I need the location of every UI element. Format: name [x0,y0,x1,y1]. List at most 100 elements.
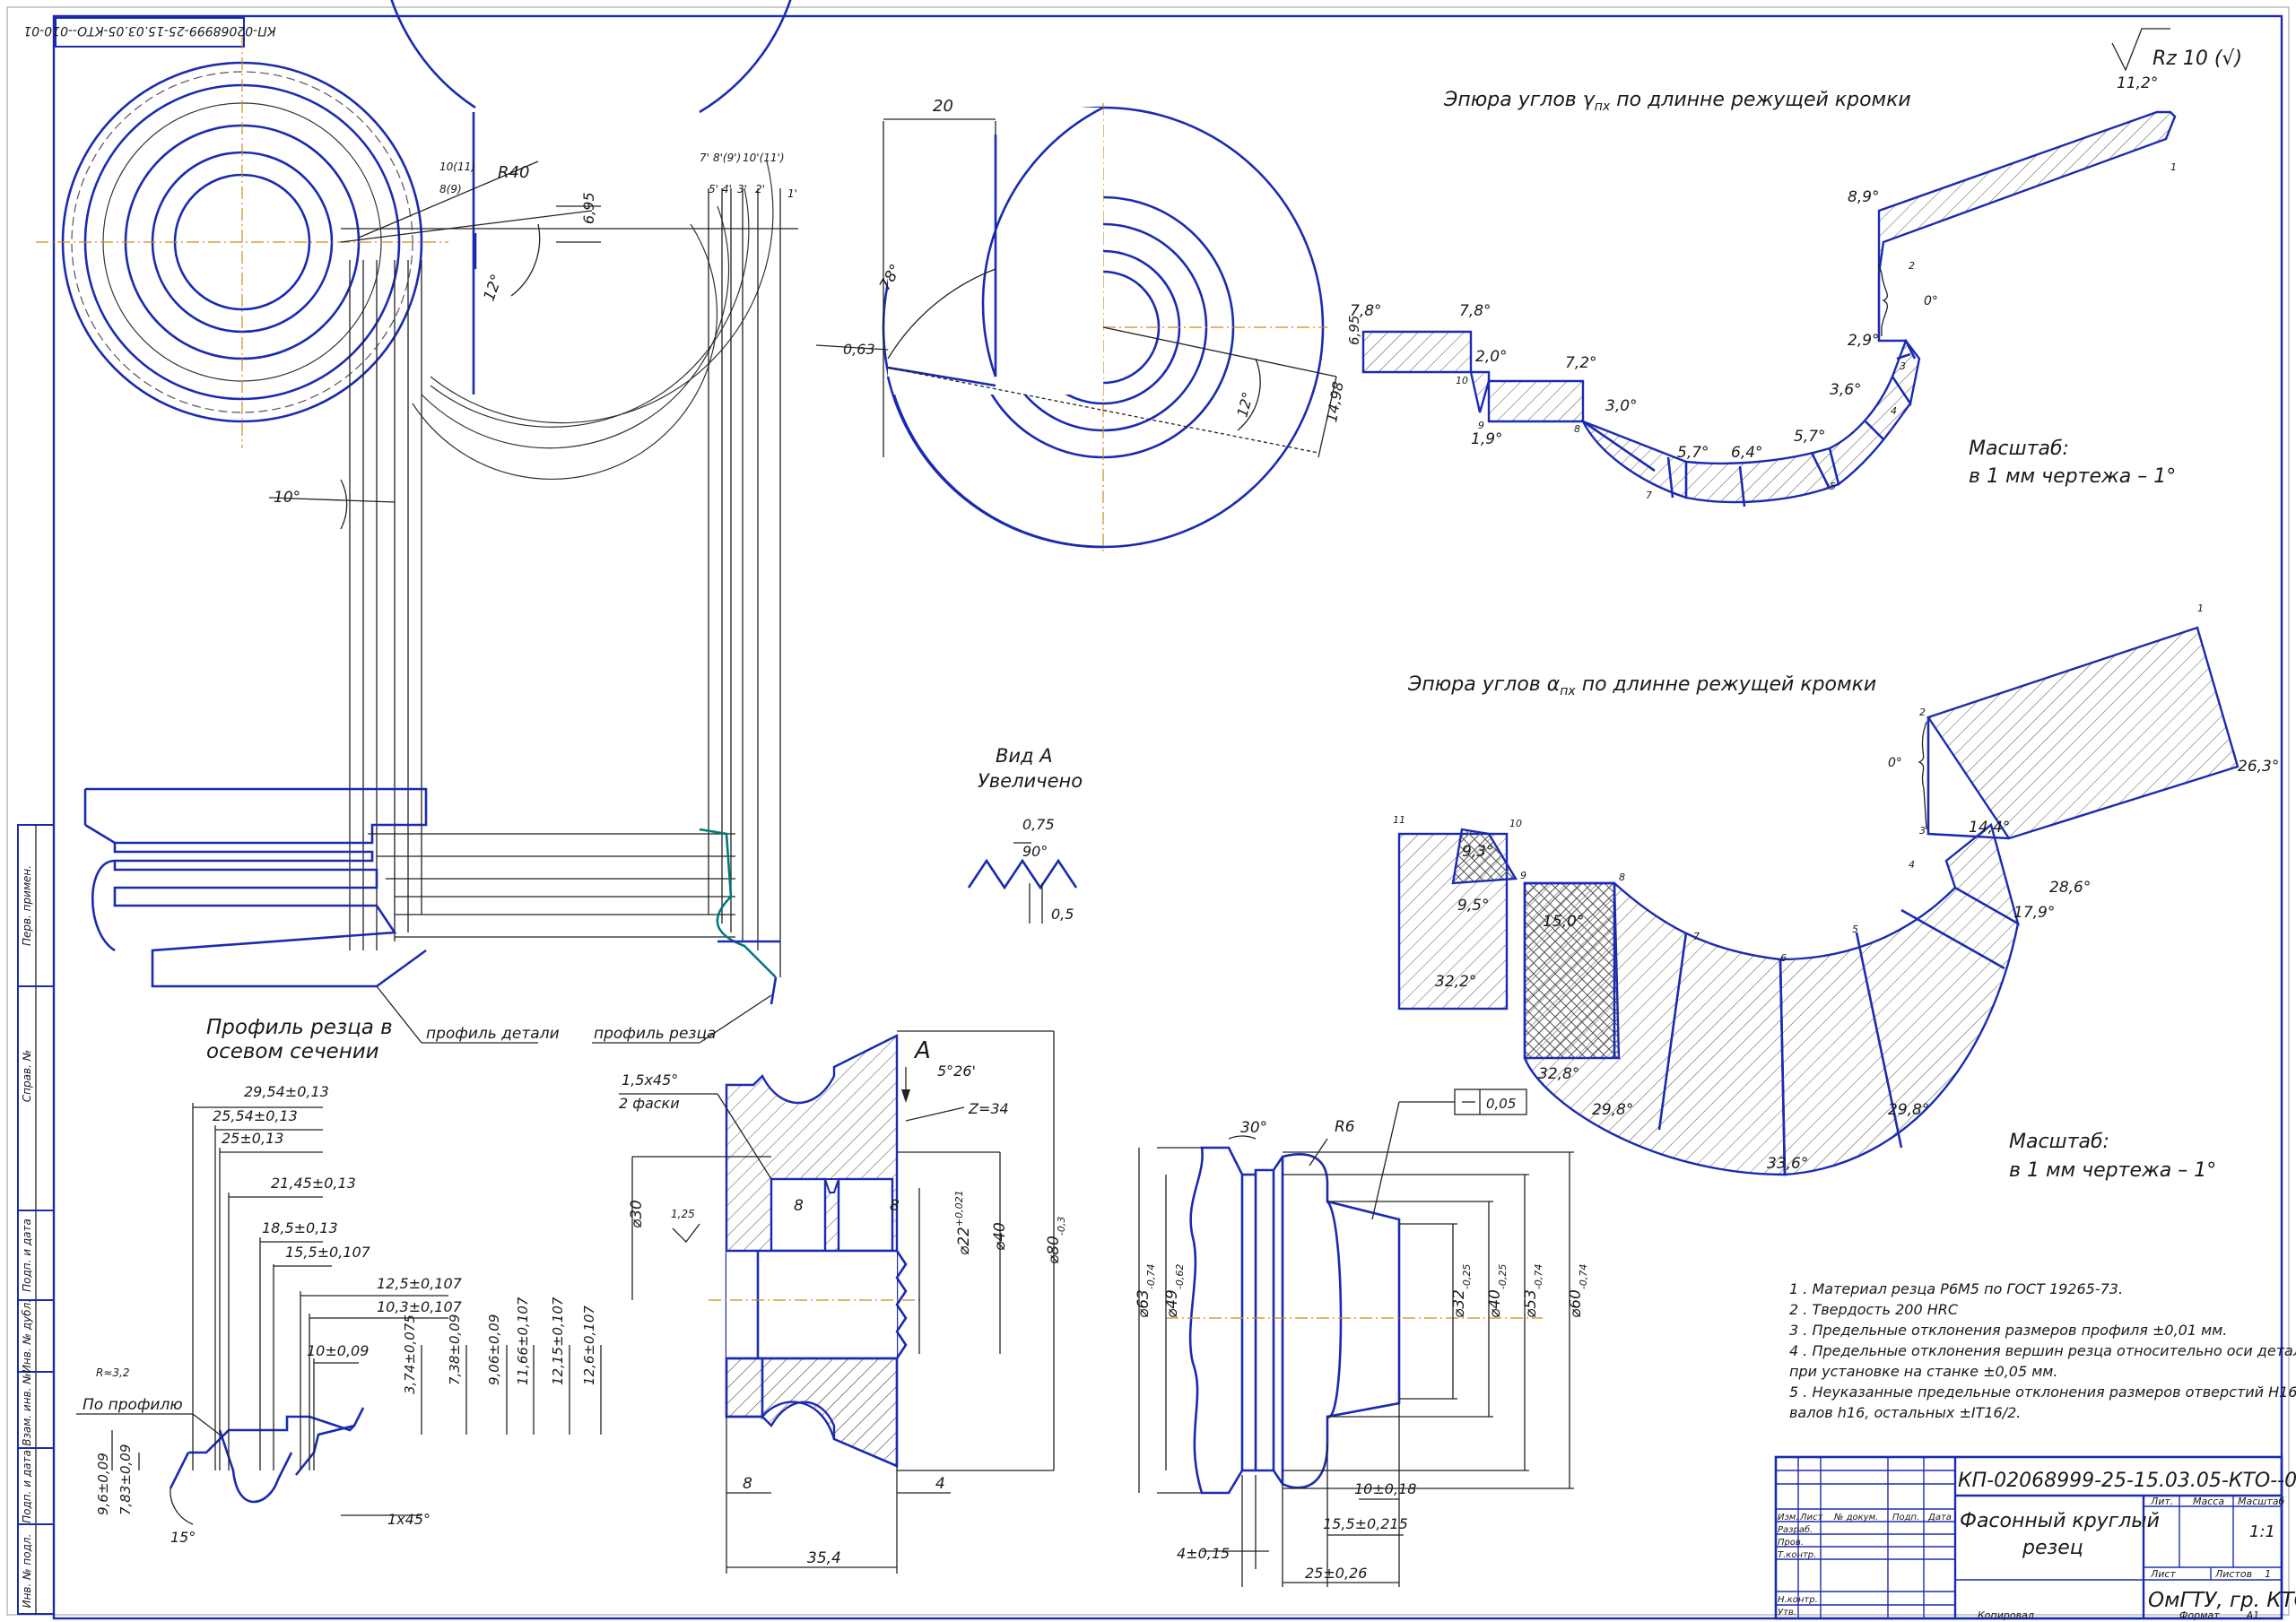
roughness-label: Rz 10 (√) [2152,48,2242,70]
note-2: 2 . Твердость 200 HRC [1789,1301,1959,1318]
sec-angle: 5°26' [937,1063,976,1080]
tb-scale: Масштаб [2238,1496,2284,1507]
profile-dims: 29,54±0,13 25,54±0,13 25±0,13 21,45±0,13… [76,1083,602,1546]
note-4: 4 . Предельные отклонения вершин резца о… [1789,1342,2296,1359]
gamma-v10: 3,6° [1830,381,1862,399]
alpha-p6: 6 [1780,952,1787,964]
sec-letter: A [913,1037,931,1064]
tb-code: КП-02068999-25-15.03.05-КТО--010-01 [1958,1470,2296,1492]
alpha-p2: 2 [1919,707,1926,718]
profile-12deg: 12° [481,272,507,303]
tb-col-2: Лист [1799,1513,1824,1522]
blank-l4: 4±0,15 [1177,1545,1230,1562]
blank-a30: 30° [1240,1119,1267,1137]
side-stamp: Перв. примен. Справ. № Подп. и дата Инв.… [17,824,55,1615]
sec-rough: 1,25 [671,1208,695,1220]
profile-695: 6,95 [580,192,597,224]
front-063: 0,63 [843,341,875,358]
front-12: 12° [1233,390,1257,419]
blank-d49: ⌀49-0,62 [1163,1264,1186,1318]
gamma-v5: 7,2° [1565,354,1597,372]
profile-top-3: 10'(11') [743,152,785,164]
pd-h9: 10±0,09 [307,1342,369,1359]
alpha-p7: 7 [1693,931,1700,942]
side-stamp-4: Инв. № дубл. [21,1299,33,1373]
alpha-v1: 26,3° [2238,758,2279,776]
alpha-v6: 9,5° [1457,897,1490,915]
profile-r40: R40 [498,163,529,182]
profile-10deg: 10° [274,489,300,507]
gamma-plot: Эпюра углов γпх по длинне режущей кромки… [1350,89,2177,507]
label-cutter-profile: профиль резца [594,1025,716,1043]
side-stamp-2: Справ. № [21,1050,33,1102]
pd-v2: 7,38±0,09 [447,1314,463,1385]
front-view: 20 78° 0,63 6,95 12° 14,98 [815,97,1362,551]
pd-h4: 21,45±0,13 [271,1175,356,1192]
tb-copied: Копировал [1978,1609,2034,1621]
label-detail-profile: профиль детали [426,1025,560,1043]
gamma-p1: 1 [2170,161,2177,173]
sec-b4: 4 [935,1475,945,1493]
blank-d53: ⌀53-0,74 [1522,1264,1544,1318]
gamma-p4: 4 [1891,405,1897,417]
alpha-p3: 3 [1919,825,1926,837]
view-a-05: 0,5 [1051,906,1074,923]
blank-d60: ⌀60-0,74 [1567,1264,1589,1318]
sec-chamfer-1: 1,5x45° [622,1071,678,1089]
sec-d80: ⌀80-0,3 [1045,1217,1067,1264]
blank-l155: 15,5±0,215 [1323,1515,1408,1532]
tb-name-1: Фасонный круглый [1960,1510,2160,1532]
pd-h7: 12,5±0,107 [377,1275,463,1292]
view-a-90: 90° [1022,843,1048,860]
alpha-v2: 14,4° [1969,819,2010,837]
alpha-p11: 11 [1393,814,1405,826]
profile-top-7: 2' [755,183,765,195]
note-1: 1 . Материал резца Р6М5 по ГОСТ 19265-73… [1789,1280,2123,1297]
profile-top-10: 8(9) [439,183,462,195]
gamma-v2: 7,8° [1459,302,1492,320]
tb-mass: Масса [2193,1496,2224,1507]
alpha-v12: 29,8° [1888,1101,1929,1119]
gamma-p10: 10 [1456,375,1468,386]
view-a-title-1: Вид А [996,745,1053,767]
alpha-v3: 28,6° [2049,879,2091,897]
profile-top-2: 8'(9') [713,152,741,164]
gamma-scale-1: Масштаб: [1969,438,2069,460]
tb-col-1: Изм. [1778,1513,1799,1522]
gamma-v9: 5,7° [1794,428,1826,446]
tb-col-5: Дата [1927,1513,1952,1522]
tb-col-3: № докум. [1833,1513,1878,1522]
note-5: при установке на станке ±0,05 мм. [1789,1363,2057,1380]
tb-sheet: Лист [2150,1568,2176,1580]
blank-d63: ⌀63-0,74 [1135,1264,1157,1318]
sec-len: 35,4 [807,1549,841,1567]
top-stamp-code: КП-02068999-25-15.03.05-КТО--010-01 [23,23,275,38]
sec-teeth: Z=34 [968,1100,1009,1117]
tb-row-6: Утв. [1778,1608,1796,1618]
alpha-p4: 4 [1909,859,1915,871]
alpha-v5: 9,3° [1462,843,1494,861]
alpha-v4: 17,9° [2013,904,2055,922]
view-a-075: 0,75 [1022,816,1055,833]
alpha-v9: 32,8° [1538,1065,1579,1083]
profile-top-1: 7' [700,152,709,164]
alpha-p8: 8 [1619,872,1625,883]
gamma-p3: 3 [1900,360,1906,372]
profile-top-6: 3' [737,183,747,195]
gamma-p2: 2 [1909,260,1915,272]
gamma-p8: 8 [1574,423,1580,435]
side-stamp-3: Подп. и дата [21,1219,33,1292]
side-stamp-1: Перв. примен. [21,865,33,946]
sec-d30: ⌀30 [628,1200,646,1228]
tb-col-4: Подп. [1892,1513,1919,1522]
alpha-v8: 32,2° [1435,973,1476,991]
alpha-p5: 5 [1852,924,1858,935]
gamma-v4: 1,9° [1471,430,1503,448]
gamma-v3: 2,0° [1475,348,1508,366]
blank-l10: 10±0,18 [1354,1480,1416,1497]
tb-row-1: Разраб. [1778,1524,1813,1535]
title-block: Изм. Лист № докум. Подп. Дата Разраб. Пр… [1774,1455,2296,1621]
view-a-title-2: Увеличено [978,770,1083,792]
gamma-v13: 0° [1924,294,1938,308]
alpha-v7: 15,0° [1543,913,1584,931]
